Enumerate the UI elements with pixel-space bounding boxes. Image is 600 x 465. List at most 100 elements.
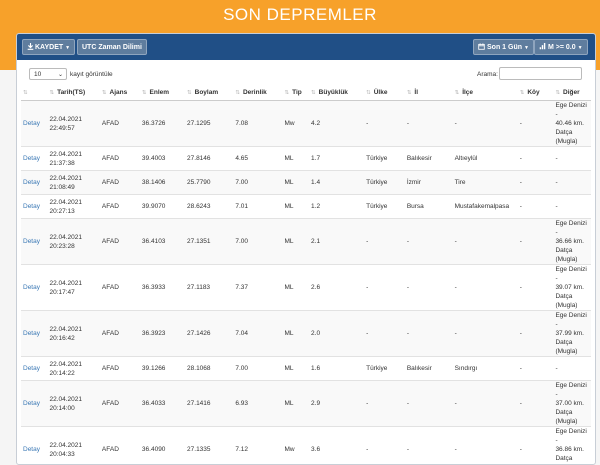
- detail-link[interactable]: Detay: [21, 101, 47, 147]
- other-cell: -: [553, 171, 591, 195]
- country-cell: -: [364, 311, 405, 357]
- column-header-7[interactable]: ⇅Büyüklük: [309, 84, 364, 101]
- depth-cell: 7.00: [233, 171, 282, 195]
- other-cell: -: [553, 195, 591, 219]
- table-row: Detay22.04.202121:08:49AFAD38.140625.779…: [21, 171, 591, 195]
- magnitude-label: M >= 0.0: [548, 44, 576, 51]
- search-input[interactable]: [499, 67, 582, 80]
- detail-link[interactable]: Detay: [21, 427, 47, 465]
- sort-icon: ⇅: [187, 90, 192, 96]
- latitude-cell: 38.1406: [140, 171, 185, 195]
- detail-link[interactable]: Detay: [21, 219, 47, 265]
- sort-icon: ⇅: [407, 90, 412, 96]
- sort-icon: ⇅: [520, 90, 525, 96]
- country-cell: Türkiye: [364, 195, 405, 219]
- time-range-label: Son 1 Gün: [487, 44, 522, 51]
- district-cell: Mustafakemalpasa: [453, 195, 518, 219]
- depth-cell: 7.37: [233, 265, 282, 311]
- type-cell: ML: [283, 357, 310, 381]
- type-cell: ML: [283, 147, 310, 171]
- detail-link[interactable]: Detay: [21, 171, 47, 195]
- province-cell: -: [405, 427, 453, 465]
- date-cell: 22.04.202120:14:22: [47, 357, 99, 381]
- column-header-8[interactable]: ⇅Ülke: [364, 84, 405, 101]
- save-label: KAYDET: [35, 44, 63, 51]
- province-cell: Balıkesir: [405, 147, 453, 171]
- latitude-cell: 36.4103: [140, 219, 185, 265]
- detail-link[interactable]: Detay: [21, 311, 47, 357]
- toolbar: KAYDET▼ UTC Zaman Dilimi Son 1 Gün▼ M >=…: [17, 34, 595, 60]
- sort-icon: ⇅: [455, 90, 460, 96]
- latitude-cell: 36.4090: [140, 427, 185, 465]
- column-header-5[interactable]: ⇅Derinlik: [233, 84, 282, 101]
- column-header-6[interactable]: ⇅Tip: [283, 84, 310, 101]
- sort-icon: ⇅: [23, 90, 28, 96]
- sort-icon: ⇅: [142, 90, 147, 96]
- longitude-cell: 27.1426: [185, 311, 233, 357]
- table-row: Detay22.04.202122:49:57AFAD36.372627.129…: [21, 101, 591, 147]
- time-range-button[interactable]: Son 1 Gün▼: [473, 39, 534, 55]
- province-cell: -: [405, 219, 453, 265]
- latitude-cell: 36.4033: [140, 381, 185, 427]
- latitude-cell: 39.4003: [140, 147, 185, 171]
- save-button[interactable]: KAYDET▼: [22, 39, 75, 55]
- other-cell: Ege Denizi -37.99 km.Datça(Mugla): [553, 311, 591, 357]
- province-cell: -: [405, 265, 453, 311]
- detail-link[interactable]: Detay: [21, 147, 47, 171]
- detail-link[interactable]: Detay: [21, 381, 47, 427]
- country-cell: -: [364, 381, 405, 427]
- column-header-label: İl: [414, 89, 418, 96]
- depth-cell: 7.08: [233, 101, 282, 147]
- table-row: Detay22.04.202121:37:38AFAD39.400327.814…: [21, 147, 591, 171]
- type-cell: ML: [283, 265, 310, 311]
- village-cell: -: [518, 357, 554, 381]
- date-cell: 22.04.202122:49:57: [47, 101, 99, 147]
- earthquake-table: ⇅⇅Tarih(TS)⇅Ajans⇅Enlem⇅Boylam⇅Derinlik⇅…: [21, 84, 591, 465]
- column-header-9[interactable]: ⇅İl: [405, 84, 453, 101]
- magnitude-cell: 1.2: [309, 195, 364, 219]
- village-cell: -: [518, 219, 554, 265]
- agency-cell: AFAD: [100, 311, 140, 357]
- column-header-label: Tip: [292, 89, 302, 96]
- column-header-4[interactable]: ⇅Boylam: [185, 84, 233, 101]
- agency-cell: AFAD: [100, 427, 140, 465]
- agency-cell: AFAD: [100, 101, 140, 147]
- table-body: Detay22.04.202122:49:57AFAD36.372627.129…: [21, 101, 591, 465]
- column-header-12[interactable]: ⇅Diğer: [553, 84, 591, 101]
- column-header-10[interactable]: ⇅İlçe: [453, 84, 518, 101]
- province-cell: -: [405, 381, 453, 427]
- table-row: Detay22.04.202120:27:13AFAD39.907028.624…: [21, 195, 591, 219]
- other-cell: Ege Denizi -39.07 km.Datça(Mugla): [553, 265, 591, 311]
- sort-icon: ⇅: [285, 90, 290, 96]
- magnitude-cell: 3.6: [309, 427, 364, 465]
- magnitude-cell: 1.4: [309, 171, 364, 195]
- sort-icon: ⇅: [555, 90, 560, 96]
- date-cell: 22.04.202121:08:49: [47, 171, 99, 195]
- column-header-3[interactable]: ⇅Enlem: [140, 84, 185, 101]
- country-cell: Türkiye: [364, 147, 405, 171]
- utc-timezone-button[interactable]: UTC Zaman Dilimi: [77, 39, 147, 55]
- magnitude-filter-button[interactable]: M >= 0.0▼: [534, 39, 588, 55]
- detail-link[interactable]: Detay: [21, 265, 47, 311]
- date-cell: 22.04.202120:16:42: [47, 311, 99, 357]
- earthquake-panel: KAYDET▼ UTC Zaman Dilimi Son 1 Gün▼ M >=…: [16, 33, 596, 465]
- date-cell: 22.04.202120:23:28: [47, 219, 99, 265]
- depth-cell: 6.93: [233, 381, 282, 427]
- table-row: Detay22.04.202120:14:00AFAD36.403327.141…: [21, 381, 591, 427]
- column-header-label: Derinlik: [243, 89, 267, 96]
- magnitude-cell: 2.0: [309, 311, 364, 357]
- column-header-label: Tarih(TS): [57, 89, 85, 96]
- agency-cell: AFAD: [100, 381, 140, 427]
- longitude-cell: 27.1295: [185, 101, 233, 147]
- detail-link[interactable]: Detay: [21, 195, 47, 219]
- page-length-select[interactable]: 10 ⌄: [29, 68, 67, 80]
- village-cell: -: [518, 101, 554, 147]
- table-row: Detay22.04.202120:14:22AFAD39.126628.106…: [21, 357, 591, 381]
- column-header-1[interactable]: ⇅Tarih(TS): [47, 84, 99, 101]
- detail-link[interactable]: Detay: [21, 357, 47, 381]
- longitude-cell: 27.1183: [185, 265, 233, 311]
- column-header-2[interactable]: ⇅Ajans: [100, 84, 140, 101]
- column-header-0[interactable]: ⇅: [21, 84, 47, 101]
- column-header-11[interactable]: ⇅Köy: [518, 84, 554, 101]
- country-cell: -: [364, 219, 405, 265]
